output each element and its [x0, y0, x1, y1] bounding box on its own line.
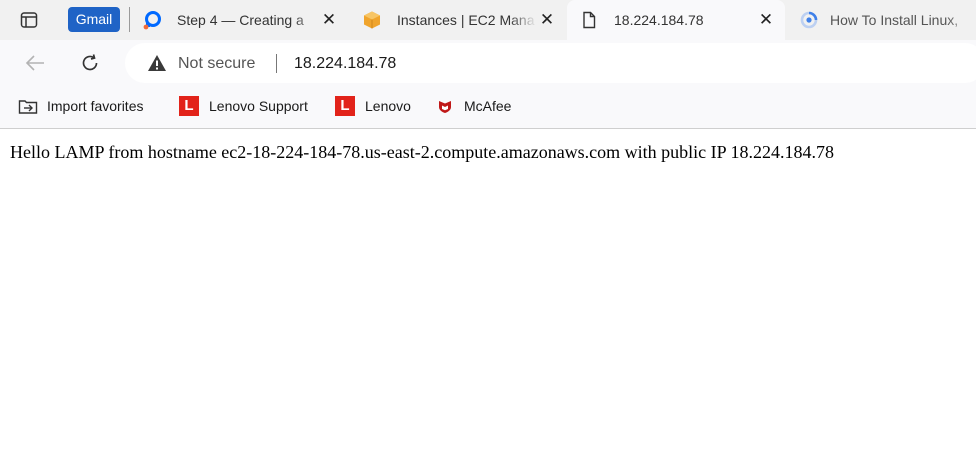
- security-status-label[interactable]: Not secure: [178, 54, 255, 74]
- lenovo-icon: L: [335, 96, 355, 116]
- tab-title: Instances | EC2 Mana: [397, 12, 535, 28]
- favorite-label: Lenovo: [365, 98, 411, 114]
- address-bar[interactable]: Not secure 18.224.184.78: [125, 43, 976, 83]
- tab-instances-ec2[interactable]: Instances | EC2 Mana ✕: [350, 0, 564, 40]
- page-icon: [579, 10, 599, 30]
- tab-title: Step 4 — Creating a: [177, 12, 304, 28]
- close-tab-icon[interactable]: ✕: [538, 11, 556, 29]
- tab-actions-icon[interactable]: [19, 10, 39, 30]
- digitalocean-loading-icon: [799, 10, 819, 30]
- close-tab-icon[interactable]: ✕: [320, 11, 338, 29]
- favorite-label: McAfee: [464, 98, 512, 114]
- url-text[interactable]: 18.224.184.78: [294, 54, 396, 74]
- close-tab-icon[interactable]: ✕: [757, 11, 775, 29]
- page-body-text: Hello LAMP from hostname ec2-18-224-184-…: [10, 142, 835, 162]
- mcafee-icon: [435, 96, 455, 116]
- address-separator: [276, 54, 277, 73]
- warning-icon[interactable]: [147, 53, 167, 73]
- navigation-toolbar: Not secure 18.224.184.78: [0, 40, 976, 86]
- favorite-import-favorites[interactable]: Import favorites: [18, 94, 158, 118]
- favorite-mcafee[interactable]: McAfee: [435, 94, 519, 118]
- favorite-label: Import favorites: [47, 98, 144, 114]
- import-favorites-icon: [18, 96, 38, 116]
- tab-strip: Gmail Step 4 — Creating a ✕ Instances | …: [0, 0, 976, 40]
- tab-title: 18.224.184.78: [614, 12, 704, 28]
- tab-title: How To Install Linux,: [830, 12, 959, 28]
- back-arrow-icon[interactable]: [24, 52, 46, 74]
- gmail-pinned-tab[interactable]: Gmail: [68, 7, 120, 32]
- favorite-label: Lenovo Support: [209, 98, 308, 114]
- tab-active-18-224-184-78[interactable]: 18.224.184.78 ✕: [567, 0, 785, 40]
- aws-icon: [362, 10, 382, 30]
- favorite-lenovo[interactable]: L Lenovo: [335, 94, 419, 118]
- favorites-bar: Import favorites L Lenovo Support L Leno…: [0, 86, 976, 129]
- tab-how-to-install-linux[interactable]: How To Install Linux,: [787, 0, 976, 40]
- tab-step-4[interactable]: Step 4 — Creating a ✕: [130, 0, 348, 40]
- reload-icon[interactable]: [79, 52, 101, 74]
- lenovo-icon: L: [179, 96, 199, 116]
- favorite-lenovo-support[interactable]: L Lenovo Support: [179, 94, 319, 118]
- digitalocean-icon: [142, 10, 162, 30]
